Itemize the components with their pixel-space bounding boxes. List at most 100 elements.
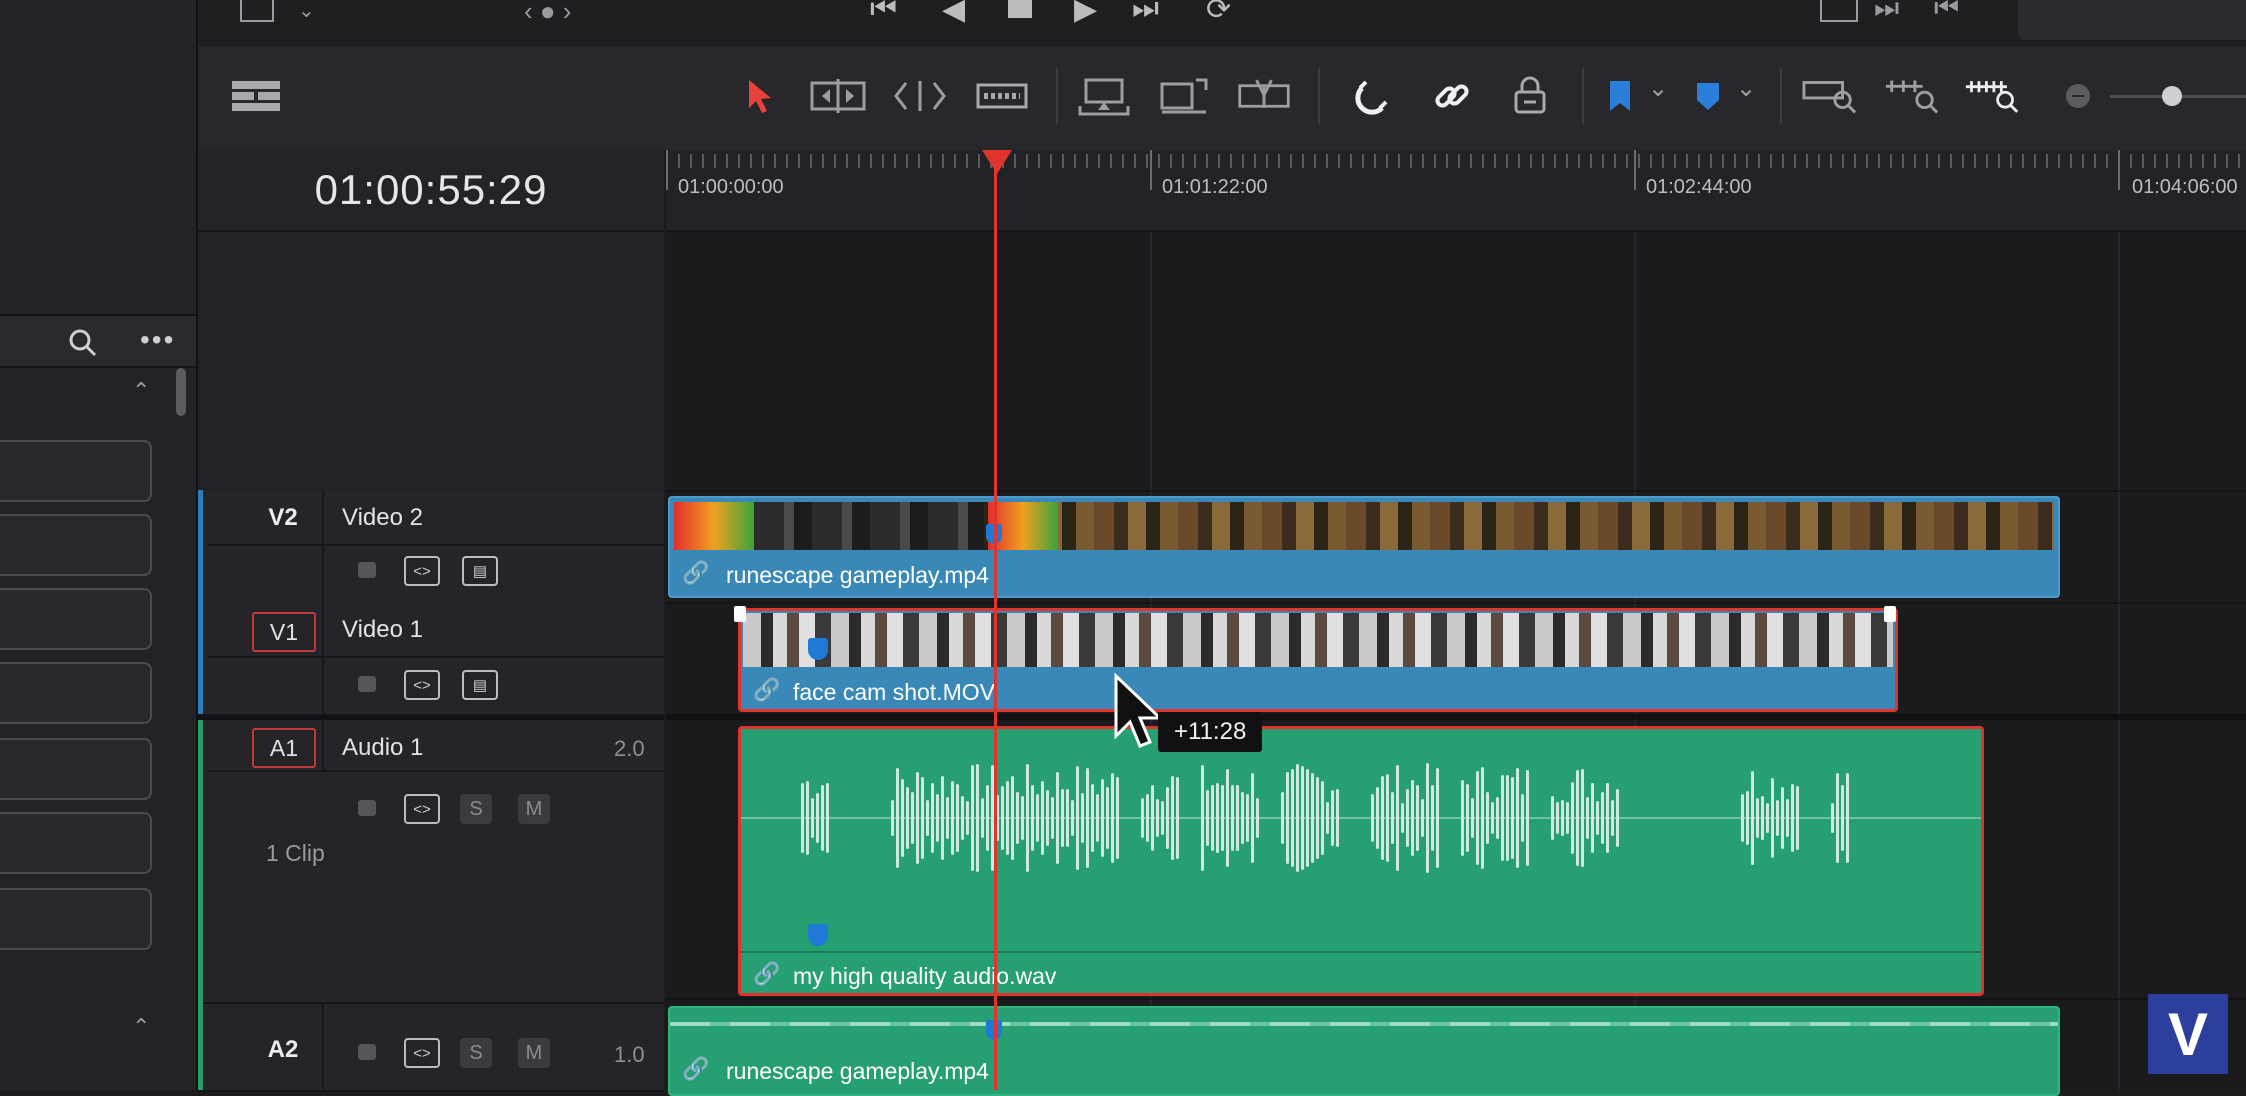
list-item[interactable] [0,588,152,650]
solo-button[interactable]: S [460,794,492,824]
reverse-play-icon[interactable]: ◀ [942,0,965,27]
waveform-bar [1081,793,1084,843]
zoom-out-icon[interactable] [2066,84,2090,108]
zoom-slider-handle[interactable] [2162,86,2182,106]
list-item[interactable] [0,888,152,950]
insert-clip-icon[interactable] [1076,68,1132,124]
list-item[interactable] [0,514,152,576]
waveform-bar [1091,784,1094,852]
waveform-bar [1506,775,1509,861]
playhead[interactable] [994,150,997,1090]
source-destination-control[interactable]: V1 [252,612,316,652]
source-destination-control[interactable]: A1 [252,728,316,768]
lock-track-icon[interactable] [358,800,376,816]
waveform-bar [806,780,809,856]
blade-edit-icon[interactable] [974,68,1030,124]
chevron-up-icon[interactable]: ⌃ [132,1014,150,1040]
video-clip-face-cam[interactable]: 🔗 face cam shot.MOV [738,608,1898,712]
playhead-handle[interactable] [982,150,1012,174]
track-name[interactable]: Video 1 [342,616,423,644]
track-header-a1[interactable]: A1 Audio 1 2.0 <> S M 1 Clip [198,720,664,1004]
lock-track-icon[interactable] [358,562,376,578]
trim-edit-icon[interactable] [810,68,866,124]
waveform-bar [1516,768,1519,868]
timeline-view-options-icon[interactable] [228,68,284,124]
jump-end-icon[interactable]: ⏭ [1132,0,1159,26]
waveform-bar [1381,775,1384,861]
replace-clip-icon[interactable] [1236,68,1292,124]
list-item[interactable] [0,662,152,724]
waveform-bar [1466,784,1469,852]
waveform-bar [1616,788,1619,848]
track-name[interactable]: Video 2 [342,504,423,532]
lock-track-icon[interactable] [358,676,376,692]
chevron-down-icon[interactable]: ⌄ [1648,74,1668,103]
timeline-ruler[interactable]: 01:00:00:00 01:01:22:00 01:02:44:00 01:0… [666,150,2246,232]
next-edit-icon[interactable]: ⏭ [1874,0,1899,25]
clip-trim-handle[interactable] [734,606,746,622]
auto-track-select-icon[interactable]: <> [404,670,440,700]
play-icon[interactable]: ▶ [1074,0,1097,27]
channel-logo: V [2148,994,2228,1074]
disable-video-track-icon[interactable]: ▤ [462,670,498,700]
mute-button[interactable]: M [518,794,550,824]
audio-clip-high-quality[interactable]: 🔗 my high quality audio.wav [738,726,1984,996]
linked-selection-icon[interactable] [1424,68,1480,124]
marker-icon[interactable] [1680,68,1736,124]
track-header-v2[interactable]: V2 Video 2 <> ▤ [198,490,664,604]
audio-clip-runescape[interactable]: 🔗 runescape gameplay.mp4 [668,1006,2060,1096]
auto-track-select-icon[interactable]: <> [404,794,440,824]
transform-icon[interactable] [240,0,274,22]
scrollbar[interactable] [176,368,186,416]
fullscreen-icon[interactable] [1820,0,1858,22]
waveform-bar [1846,773,1849,863]
chevron-down-icon[interactable]: ⌄ [1736,74,1756,103]
loop-icon[interactable]: ⟳ [1206,0,1231,27]
selection-arrow-icon[interactable] [732,68,788,124]
chevron-down-icon[interactable]: ⌄ [298,0,315,23]
zoom-detail-icon[interactable] [1884,68,1940,124]
clip-marker[interactable] [808,638,828,660]
search-icon[interactable] [68,328,98,358]
overwrite-clip-icon[interactable] [1156,68,1212,124]
solo-button[interactable]: S [460,1038,492,1068]
ruler-major-tick [666,150,668,190]
position-lock-icon[interactable] [1502,68,1558,124]
dynamic-trim-icon[interactable] [892,68,948,124]
waveform-bar [926,799,929,837]
list-item[interactable] [0,812,152,874]
jump-start-icon[interactable]: ⏮ [870,0,897,26]
more-options-icon[interactable]: ••• [140,324,175,356]
video-clip-runescape[interactable]: 🔗 runescape gameplay.mp4 [668,496,2060,598]
list-item[interactable] [0,738,152,800]
chevron-up-icon[interactable]: ⌃ [132,378,150,404]
waveform-bar [1106,786,1109,850]
list-item[interactable] [0,440,152,502]
waveform-bar [906,786,909,850]
current-timecode[interactable]: 01:00:55:29 [198,166,664,214]
mute-button[interactable]: M [518,1038,550,1068]
zoom-full-icon[interactable] [1802,68,1858,124]
flag-icon[interactable] [1592,68,1648,124]
track-header-a2[interactable]: A2 <> S M 1.0 [198,1004,664,1092]
track-name[interactable]: Audio 1 [342,734,423,762]
snapping-icon[interactable] [1344,68,1400,124]
stop-icon[interactable] [1008,0,1032,18]
ruler-major-tick [1634,150,1636,190]
lock-track-icon[interactable] [358,1044,376,1060]
waveform-bar [801,783,804,853]
zoom-custom-icon[interactable] [1964,68,2020,124]
waveform-bar [816,793,819,843]
auto-track-select-icon[interactable]: <> [404,1038,440,1068]
disable-video-track-icon[interactable]: ▤ [462,556,498,586]
waveform-bar [1246,793,1249,843]
waveform-bar [1016,791,1019,845]
clip-trim-handle[interactable] [1884,606,1896,622]
track-header-v1[interactable]: V1 Video 1 <> ▤ [198,602,664,716]
clip-nav-icon[interactable]: ‹ ● › [524,0,571,27]
clip-marker[interactable] [808,924,828,946]
prev-edit-icon[interactable]: ⏮ [1934,0,1959,25]
track-divider [666,602,2246,604]
waveform-bar [986,785,989,851]
auto-track-select-icon[interactable]: <> [404,556,440,586]
